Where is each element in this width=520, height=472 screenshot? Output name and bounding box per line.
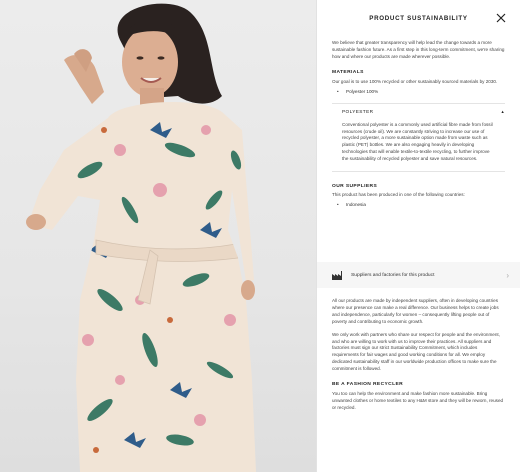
panel-title: PRODUCT SUSTAINABILITY: [369, 15, 468, 22]
product-image: [0, 0, 316, 472]
independent-text-2: We only work with partners who share our…: [332, 331, 500, 372]
supplier-country-item: • Indonesia: [337, 201, 366, 207]
recycler-text: You too can help the environment and mak…: [332, 391, 504, 410]
independent-text-1: All our products are made by independent…: [332, 298, 499, 324]
suppliers-text: This product has been produced in one of…: [332, 192, 465, 198]
materials-text: Our goal is to use 100% recycled or othe…: [332, 78, 498, 84]
independent-suppliers-section: All our products are made by independent…: [332, 298, 505, 412]
close-icon[interactable]: [494, 11, 508, 25]
material-item: • Polyester 100%: [337, 88, 379, 94]
polyester-accordion-toggle[interactable]: POLYESTER ▲: [332, 107, 505, 117]
panel-header: PRODUCT SUSTAINABILITY: [332, 0, 508, 40]
sustainability-panel: PRODUCT SUSTAINABILITY We believe that g…: [316, 0, 520, 472]
factory-icon: [332, 270, 342, 280]
suppliers-link-label: Suppliers and factories for this product: [351, 272, 435, 278]
polyester-text: Conventional polyester is a commonly use…: [342, 121, 493, 162]
model-illustration: [26, 3, 256, 472]
chevron-right-icon: ›: [506, 270, 509, 280]
polyester-accordion-body: Conventional polyester is a commonly use…: [332, 122, 505, 163]
suppliers-factories-link[interactable]: Suppliers and factories for this product…: [317, 262, 520, 288]
chevron-up-icon: ▲: [500, 109, 505, 115]
polyester-heading: POLYESTER: [342, 109, 374, 115]
intro-text: We believe that greater transparency wil…: [332, 40, 505, 59]
